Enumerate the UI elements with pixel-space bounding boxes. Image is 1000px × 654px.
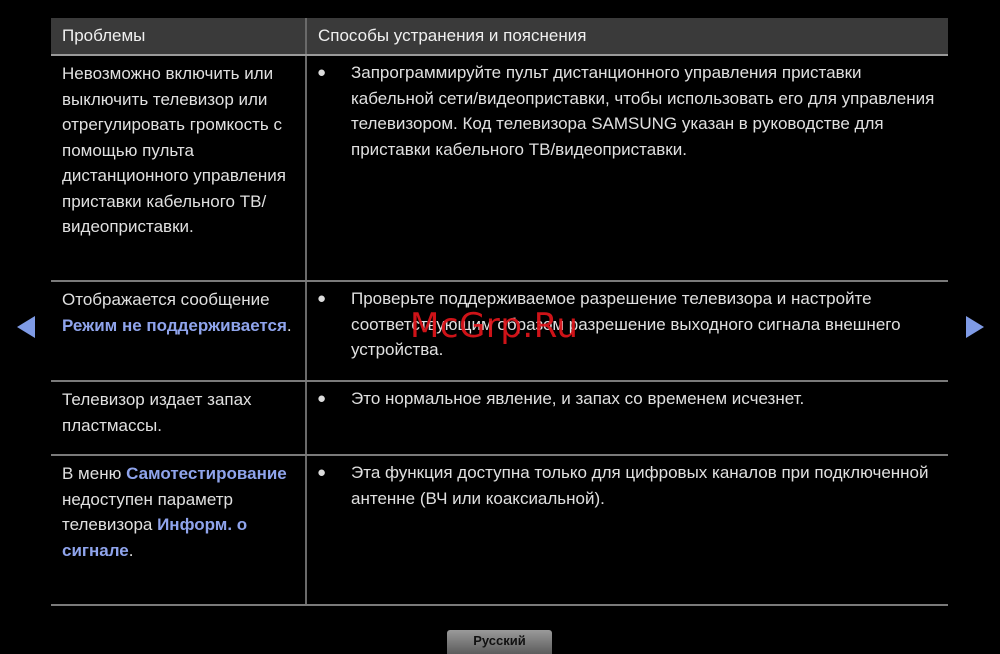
- header-solutions: Способы устранения и пояснения: [306, 18, 948, 56]
- prev-page-arrow-icon[interactable]: [17, 316, 35, 338]
- table-header-row: Проблемы Способы устранения и пояснения: [51, 18, 948, 56]
- bullet-icon: ●: [317, 390, 327, 407]
- solution-text: Запрограммируйте пульт дистанционного уп…: [351, 63, 935, 159]
- problem-cell: Отображается сообщение Режим не поддержи…: [51, 281, 307, 382]
- troubleshooting-table: Проблемы Способы устранения и пояснения …: [51, 18, 948, 606]
- solution-cell: ● Это нормальное явление, и запах со врем…: [306, 381, 948, 456]
- solution-item: ● Проверьте поддерживаемое разрешение тел…: [317, 286, 938, 363]
- solution-item: ● Это нормальное явление, и запах со врем…: [317, 386, 938, 412]
- solution-item: ● Запрограммируйте пульт дистанционного у…: [317, 60, 938, 162]
- problem-cell: В меню Самотестирование недоступен парам…: [51, 455, 307, 606]
- table-row: Невозможно включить или выключить телеви…: [51, 55, 948, 282]
- solution-text: Это нормальное явление, и запах со време…: [351, 389, 805, 408]
- solution-cell: ● Проверьте поддерживаемое разрешение тел…: [306, 281, 948, 382]
- solution-text: Эта функция доступна только для цифровых…: [351, 463, 929, 508]
- bullet-icon: ●: [317, 64, 327, 81]
- bullet-icon: ●: [317, 290, 327, 307]
- solution-text: Проверьте поддерживаемое разрешение теле…: [351, 289, 901, 359]
- menu-option-highlight: Самотестирование: [126, 464, 287, 483]
- problem-cell: Телевизор издает запах пластмассы.: [51, 381, 307, 456]
- problem-text: .: [286, 315, 292, 335]
- solution-cell: ● Эта функция доступна только для цифровы…: [306, 455, 948, 606]
- problem-text: В меню: [62, 464, 127, 483]
- next-page-arrow-icon[interactable]: [966, 316, 984, 338]
- problem-text: Невозможно включить или выключить телеви…: [62, 64, 286, 236]
- table-row: Отображается сообщение Режим не поддержи…: [51, 281, 948, 382]
- problem-cell: Невозможно включить или выключить телеви…: [51, 55, 307, 282]
- bullet-icon: ●: [317, 464, 327, 481]
- header-problems: Проблемы: [51, 18, 307, 56]
- problem-text: Отображается сообщение: [62, 290, 270, 309]
- solution-item: ● Эта функция доступна только для цифровы…: [317, 460, 938, 511]
- table-body: Невозможно включить или выключить телеви…: [51, 55, 948, 606]
- solution-cell: ● Запрограммируйте пульт дистанционного у…: [306, 55, 948, 282]
- table-row: Телевизор издает запах пластмассы. ● Это н…: [51, 381, 948, 456]
- problem-text: Телевизор издает запах пластмассы.: [62, 390, 252, 435]
- menu-option-highlight: Режим не поддерживается: [62, 315, 287, 335]
- problem-text: .: [128, 540, 134, 560]
- table-row: В меню Самотестирование недоступен парам…: [51, 455, 948, 606]
- language-tab[interactable]: Русский: [447, 630, 552, 654]
- manual-page: Проблемы Способы устранения и пояснения …: [0, 0, 1000, 654]
